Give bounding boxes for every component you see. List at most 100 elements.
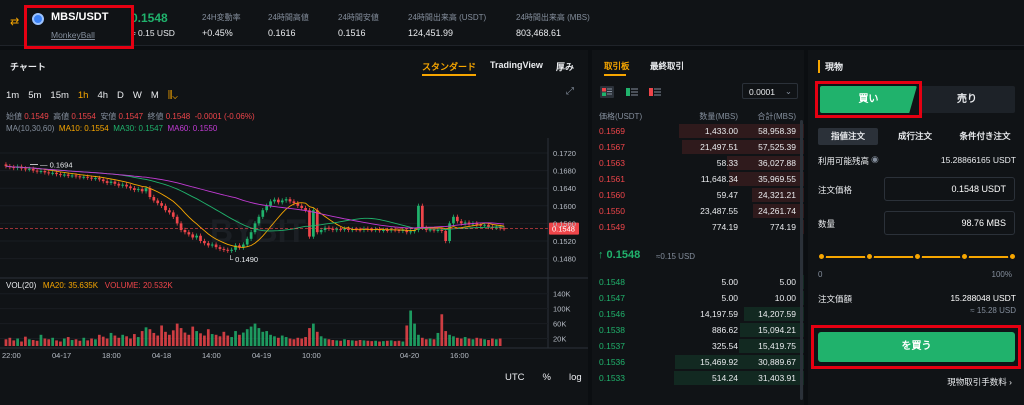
x-tick-label: 14:00	[202, 351, 221, 358]
fullscreen-icon[interactable]: ⤢	[566, 86, 574, 97]
volume-bar	[86, 340, 90, 346]
volume-bar	[498, 338, 502, 346]
candle-body	[160, 203, 163, 206]
slider-step-75[interactable]	[960, 252, 970, 261]
book-row[interactable]: 0.1569 1,433.00 58,958.39	[592, 123, 804, 139]
candle-body	[444, 230, 448, 241]
interval-d[interactable]: D	[117, 90, 124, 101]
close-value: 0.1548	[165, 112, 191, 121]
order-type-conditional[interactable]: 条件付き注文	[950, 128, 1020, 145]
interval-5m[interactable]: 5m	[28, 90, 41, 101]
volume-bar	[171, 330, 175, 346]
row-total: 5.00	[779, 277, 796, 287]
book-row[interactable]: 0.1537 325.54 15,419.75	[592, 338, 804, 354]
book-row[interactable]: 0.1546 14,197.59 14,207.59	[592, 306, 804, 322]
book-row[interactable]: 0.1547 5.00 10.00	[592, 290, 804, 306]
stat-label: 24時間安値	[338, 13, 379, 22]
y-tick-label: 0.1640	[553, 184, 576, 193]
row-total: 14,207.59	[758, 309, 796, 319]
book-both-icon[interactable]	[600, 86, 614, 98]
book-row[interactable]: 0.1536 15,469.92 30,889.67	[592, 354, 804, 370]
volume-bar	[420, 337, 424, 346]
row-qty: 15,469.92	[700, 357, 738, 367]
ma30-value: MA30: 0.1547	[113, 124, 163, 133]
interval-15m[interactable]: 15m	[50, 90, 68, 101]
candlestick-type-icon[interactable]: ⫼⌄	[168, 90, 178, 101]
volume-bar	[234, 331, 237, 346]
row-price: 0.1546	[599, 309, 625, 319]
book-row[interactable]: 0.1567 21,497.51 57,525.39	[592, 139, 804, 155]
slider-step-25[interactable]	[864, 252, 874, 261]
quantity-input[interactable]: 98.76 MBS	[884, 211, 1015, 235]
book-row[interactable]: 0.1533 514.24 31,403.91	[592, 370, 804, 386]
slider-step-100[interactable]	[1008, 252, 1017, 261]
book-row[interactable]: 0.1538 886.62 15,094.21	[592, 322, 804, 338]
available-balance-value: 15.28866165 USDT	[940, 155, 1016, 165]
candle-body	[105, 181, 109, 183]
sell-tab[interactable]: 売り	[919, 86, 1015, 113]
interval-m[interactable]: M	[151, 90, 159, 101]
slider-step-0[interactable]	[817, 252, 826, 261]
volume-bar	[206, 329, 210, 346]
tab-depth[interactable]: 厚み	[556, 60, 574, 73]
book-scrollbar[interactable]	[800, 120, 803, 400]
header-qty: 数量(MBS)	[699, 112, 738, 121]
log-toggle[interactable]: log	[569, 372, 582, 383]
order-price-input[interactable]: 0.1548 USDT	[884, 177, 1015, 201]
candle-body	[24, 168, 27, 170]
volume-bar	[156, 335, 160, 346]
book-row[interactable]: 0.1563 58.33 36,027.88	[592, 155, 804, 171]
candle-body	[183, 230, 187, 233]
interval-4h[interactable]: 4h	[97, 90, 108, 101]
candle-body	[432, 229, 436, 231]
book-row[interactable]: 0.1550 23,487.55 24,261.74	[592, 203, 804, 219]
swap-arrows-icon[interactable]: ⇄	[10, 15, 19, 28]
eye-icon[interactable]: ◉	[871, 154, 879, 165]
book-row[interactable]: 0.1560 59.47 24,321.21	[592, 187, 804, 203]
candle-body	[312, 210, 315, 237]
volume-bar	[261, 331, 265, 346]
slider-step-50[interactable]	[912, 252, 922, 261]
row-qty: 5.00	[721, 293, 738, 303]
tab-standard[interactable]: スタンダード	[422, 60, 476, 73]
volume-bar	[117, 337, 121, 346]
interval-1m[interactable]: 1m	[6, 90, 19, 101]
row-qty: 59.47	[716, 190, 738, 200]
tab-recent-trades[interactable]: 最終取引	[650, 60, 684, 72]
precision-select[interactable]: 0.0001 ⌄	[742, 83, 798, 99]
mid-price-row[interactable]: ↑ 0.1548 ≈0.15 USD	[592, 246, 804, 268]
interval-w[interactable]: W	[133, 90, 142, 101]
vol-label: VOL(20)	[6, 281, 37, 290]
candle-body	[308, 210, 311, 237]
volume-bar	[417, 334, 420, 346]
fee-link[interactable]: 現物取引手数料 ›	[947, 376, 1012, 388]
candle-body	[113, 181, 117, 184]
volume-bar	[152, 332, 156, 346]
book-asks-icon[interactable]	[648, 86, 662, 98]
price-chart[interactable]: BYBIT 0.1548— 0.1694└ 0.1490 0.17200.168…	[0, 138, 588, 358]
order-type-limit[interactable]: 指値注文	[818, 128, 878, 145]
book-row[interactable]: 0.1561 11,648.34 35,969.55	[592, 171, 804, 187]
volume-bar	[323, 338, 327, 346]
tab-tradingview[interactable]: TradingView	[490, 60, 543, 70]
buy-tab-highlight-box	[815, 81, 922, 118]
header-total: 合計(MBS)	[757, 112, 796, 121]
volume-bar	[210, 334, 214, 346]
row-qty: 886.62	[712, 325, 738, 335]
candle-body	[206, 243, 210, 246]
book-bids-icon[interactable]	[625, 86, 639, 98]
volume-bar	[218, 336, 222, 346]
volume-bar	[35, 340, 39, 346]
order-type-market[interactable]: 成行注文	[880, 128, 950, 145]
candle-body	[288, 199, 292, 202]
volume-bar	[288, 338, 292, 346]
book-row[interactable]: 0.1548 5.00 5.00	[592, 274, 804, 290]
candle-body	[136, 189, 140, 191]
book-row[interactable]: 0.1549 774.19 774.19	[592, 219, 804, 235]
percent-toggle[interactable]: %	[543, 372, 551, 383]
tab-orderbook[interactable]: 取引板	[604, 60, 630, 72]
utc-toggle[interactable]: UTC	[505, 372, 525, 383]
candle-body	[276, 199, 280, 203]
interval-1h[interactable]: 1h	[78, 90, 89, 101]
x-tick-label: 16:00	[450, 351, 469, 358]
